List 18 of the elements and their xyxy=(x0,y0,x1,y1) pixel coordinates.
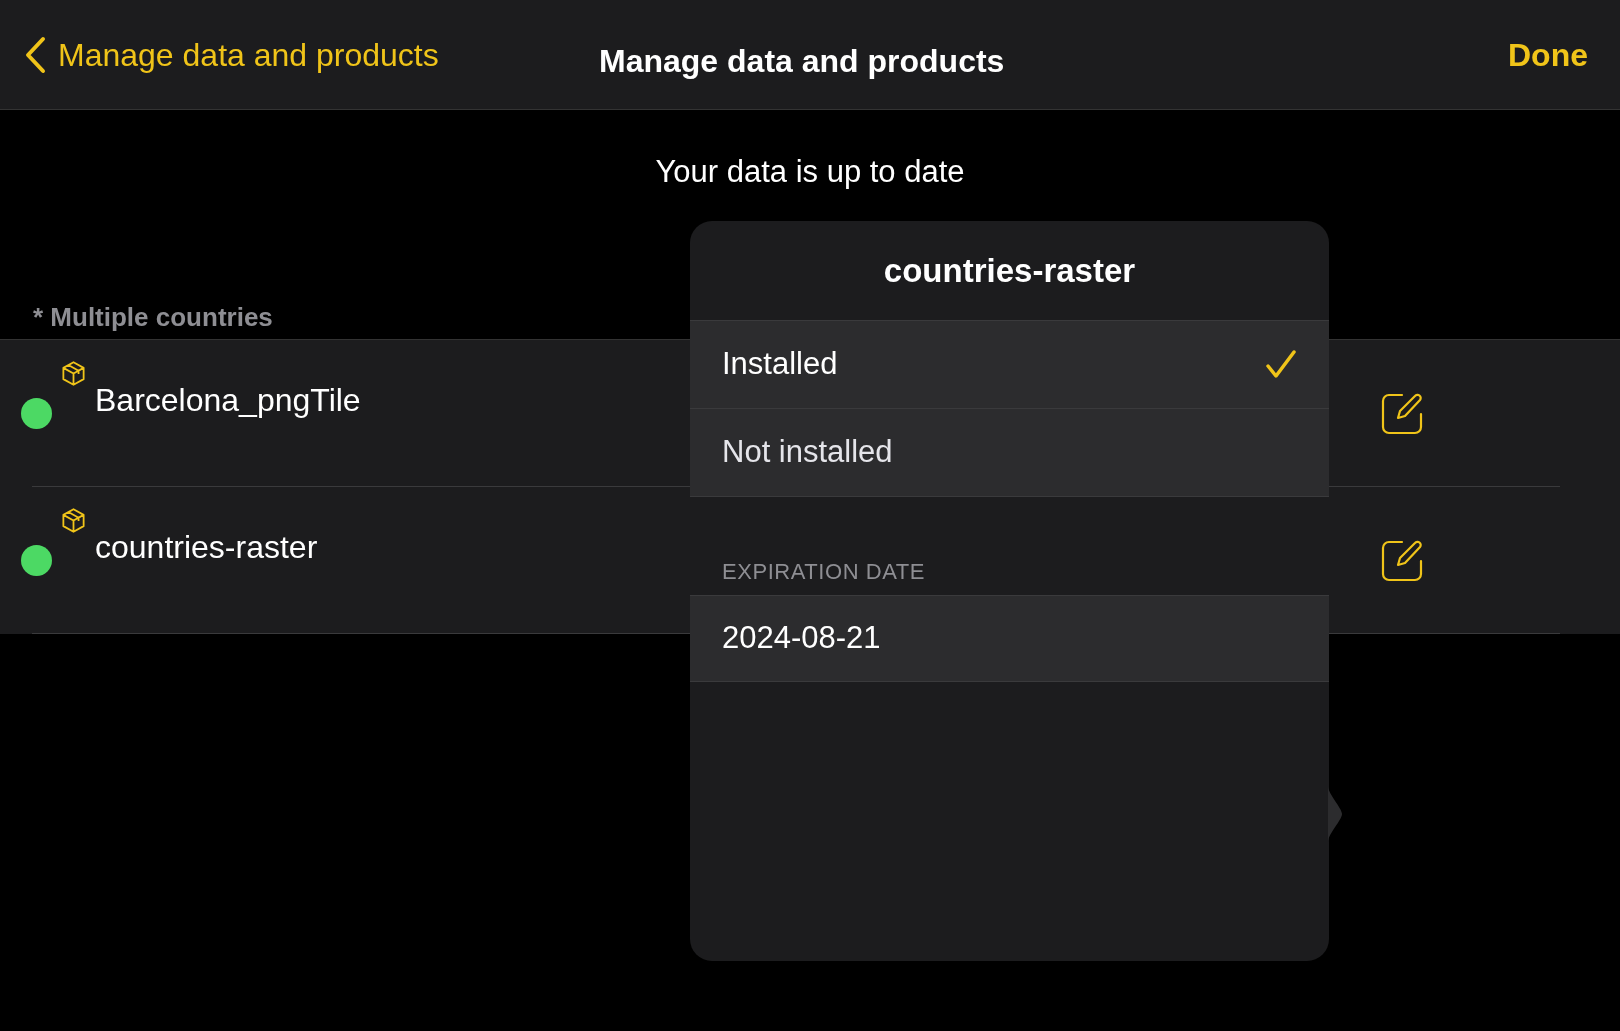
package-icon xyxy=(60,507,87,534)
status-message: Your data is up to date xyxy=(654,153,966,189)
dataset-name: countries-raster xyxy=(95,528,318,567)
checkmark-icon xyxy=(1265,348,1297,381)
nav-title: Manage data and products xyxy=(599,42,1005,81)
edit-icon[interactable] xyxy=(1380,539,1424,583)
done-button[interactable]: Done xyxy=(1508,30,1588,79)
expiration-header: EXPIRATION DATE xyxy=(722,558,927,586)
expiration-date: 2024-08-21 xyxy=(690,595,1329,682)
package-icon xyxy=(60,360,87,387)
section-header: * Multiple countries xyxy=(33,301,274,332)
dataset-name: Barcelona_pngTile xyxy=(95,381,361,420)
option-row[interactable]: Installed xyxy=(690,321,1329,409)
edit-icon[interactable] xyxy=(1380,392,1424,436)
back-button[interactable]: Manage data and products xyxy=(24,30,439,79)
popover-arrow-icon xyxy=(1328,786,1344,842)
back-chevron-icon xyxy=(24,35,46,74)
option-row[interactable]: Not installed xyxy=(690,409,1329,497)
